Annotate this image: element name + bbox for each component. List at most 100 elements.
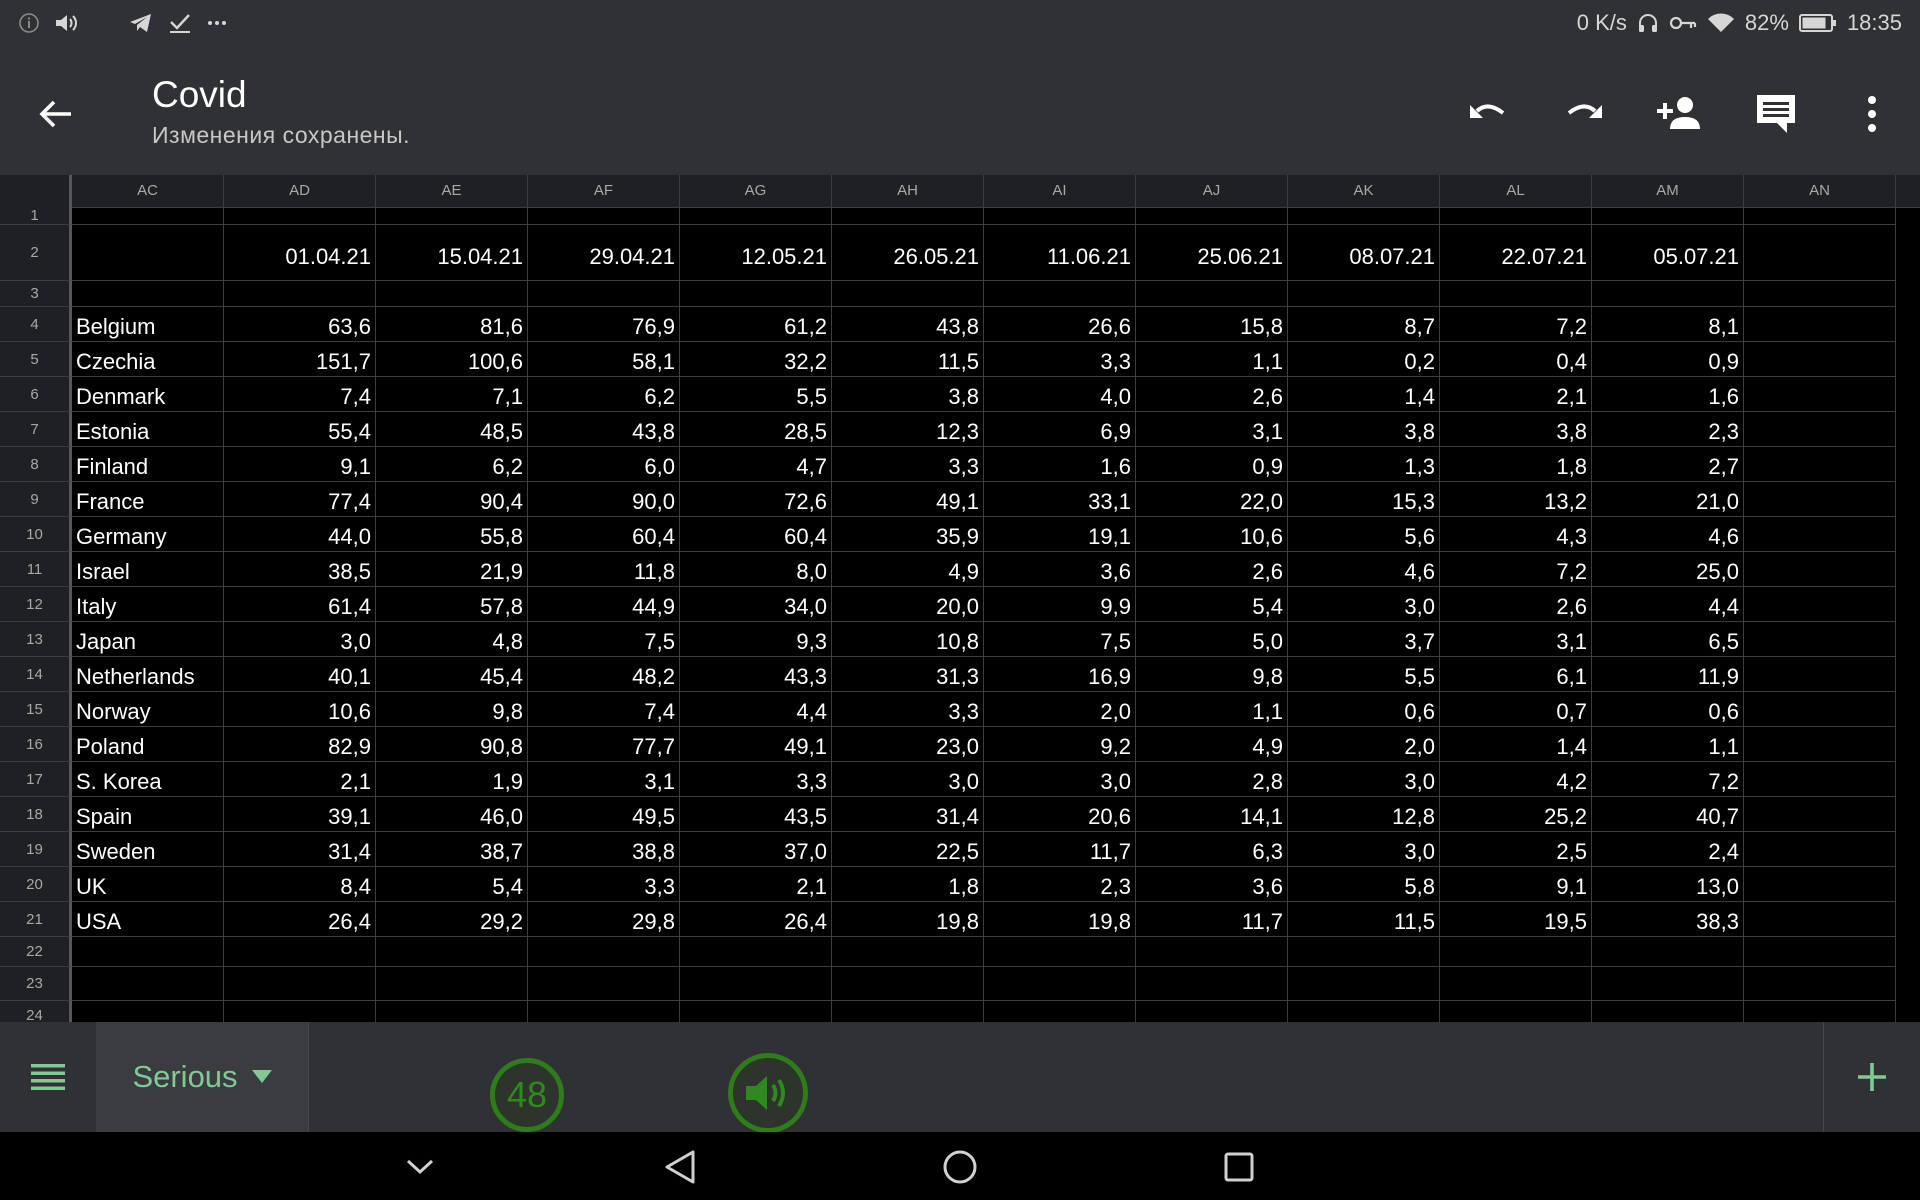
cell[interactable] [1744, 692, 1896, 727]
value-cell[interactable]: 2,1 [224, 762, 376, 797]
date-header-cell[interactable]: 29.04.21 [528, 225, 680, 281]
cell[interactable] [984, 1001, 1136, 1022]
document-title[interactable]: Covid [152, 74, 247, 116]
country-cell[interactable]: USA [72, 902, 224, 937]
value-cell[interactable]: 4,0 [984, 377, 1136, 412]
value-cell[interactable]: 90,0 [528, 482, 680, 517]
value-cell[interactable]: 4,7 [680, 447, 832, 482]
cell[interactable] [1744, 377, 1896, 412]
value-cell[interactable]: 6,2 [376, 447, 528, 482]
value-cell[interactable]: 2,6 [1136, 552, 1288, 587]
value-cell[interactable]: 31,4 [832, 797, 984, 832]
value-cell[interactable]: 5,0 [1136, 622, 1288, 657]
value-cell[interactable]: 0,7 [1440, 692, 1592, 727]
cell[interactable] [72, 281, 224, 307]
value-cell[interactable]: 2,6 [1136, 377, 1288, 412]
hide-keyboard-button[interactable] [395, 1142, 445, 1192]
cell[interactable] [1744, 832, 1896, 867]
value-cell[interactable]: 2,5 [1440, 832, 1592, 867]
cell[interactable] [1288, 1001, 1440, 1022]
value-cell[interactable]: 38,3 [1592, 902, 1744, 937]
value-cell[interactable]: 55,4 [224, 412, 376, 447]
cell[interactable] [72, 207, 224, 225]
cell[interactable] [1744, 902, 1896, 937]
value-cell[interactable]: 72,6 [680, 482, 832, 517]
row-header-4[interactable]: 4 [0, 307, 72, 342]
value-cell[interactable]: 22,0 [1136, 482, 1288, 517]
row-header-17[interactable]: 17 [0, 762, 72, 797]
value-cell[interactable]: 4,8 [376, 622, 528, 657]
column-header-ak[interactable]: AK [1288, 175, 1440, 207]
value-cell[interactable]: 6,5 [1592, 622, 1744, 657]
row-header-6[interactable]: 6 [0, 377, 72, 412]
counter-badge[interactable]: 48 [490, 1058, 564, 1132]
cell[interactable] [1136, 967, 1288, 1001]
value-cell[interactable]: 40,7 [1592, 797, 1744, 832]
cell[interactable] [1440, 281, 1592, 307]
back-button[interactable] [32, 90, 80, 138]
value-cell[interactable]: 9,1 [224, 447, 376, 482]
value-cell[interactable]: 6,9 [984, 412, 1136, 447]
nav-back-button[interactable] [655, 1142, 705, 1192]
country-cell[interactable]: France [72, 482, 224, 517]
row-header-19[interactable]: 19 [0, 832, 72, 867]
select-all-corner[interactable] [0, 175, 72, 207]
value-cell[interactable]: 9,1 [1440, 867, 1592, 902]
country-cell[interactable]: Japan [72, 622, 224, 657]
value-cell[interactable]: 0,9 [1136, 447, 1288, 482]
value-cell[interactable]: 43,3 [680, 657, 832, 692]
value-cell[interactable]: 35,9 [832, 517, 984, 552]
value-cell[interactable]: 15,8 [1136, 307, 1288, 342]
cell[interactable] [1592, 281, 1744, 307]
value-cell[interactable]: 34,0 [680, 587, 832, 622]
country-cell[interactable]: Spain [72, 797, 224, 832]
value-cell[interactable]: 5,8 [1288, 867, 1440, 902]
value-cell[interactable]: 37,0 [680, 832, 832, 867]
sheet-tab-active[interactable]: Serious [96, 1022, 309, 1132]
country-cell[interactable]: Belgium [72, 307, 224, 342]
cell[interactable] [1744, 657, 1896, 692]
value-cell[interactable]: 3,0 [1288, 762, 1440, 797]
country-cell[interactable]: Italy [72, 587, 224, 622]
column-header-ag[interactable]: AG [680, 175, 832, 207]
cell[interactable] [1744, 342, 1896, 377]
value-cell[interactable]: 1,6 [984, 447, 1136, 482]
value-cell[interactable]: 3,3 [528, 867, 680, 902]
value-cell[interactable]: 4,6 [1288, 552, 1440, 587]
value-cell[interactable]: 3,1 [1440, 622, 1592, 657]
value-cell[interactable]: 2,0 [984, 692, 1136, 727]
add-sheet-button[interactable] [1823, 1022, 1920, 1132]
date-header-cell[interactable]: 11.06.21 [984, 225, 1136, 281]
cell[interactable] [1744, 482, 1896, 517]
value-cell[interactable]: 19,8 [984, 902, 1136, 937]
country-cell[interactable]: Denmark [72, 377, 224, 412]
all-sheets-button[interactable] [0, 1022, 97, 1132]
row-header-22[interactable]: 22 [0, 937, 72, 967]
cell[interactable] [680, 937, 832, 967]
value-cell[interactable]: 8,1 [1592, 307, 1744, 342]
value-cell[interactable]: 3,0 [1288, 587, 1440, 622]
value-cell[interactable]: 20,6 [984, 797, 1136, 832]
value-cell[interactable]: 32,2 [680, 342, 832, 377]
cell[interactable] [1744, 412, 1896, 447]
value-cell[interactable]: 3,0 [832, 762, 984, 797]
value-cell[interactable]: 5,5 [1288, 657, 1440, 692]
value-cell[interactable]: 4,9 [1136, 727, 1288, 762]
cell[interactable] [1744, 727, 1896, 762]
value-cell[interactable]: 81,6 [376, 307, 528, 342]
value-cell[interactable]: 1,1 [1136, 342, 1288, 377]
value-cell[interactable]: 3,8 [832, 377, 984, 412]
date-header-cell[interactable]: 08.07.21 [1288, 225, 1440, 281]
value-cell[interactable]: 12,3 [832, 412, 984, 447]
cell[interactable] [224, 281, 376, 307]
country-cell[interactable]: S. Korea [72, 762, 224, 797]
value-cell[interactable]: 0,9 [1592, 342, 1744, 377]
cell[interactable] [1136, 937, 1288, 967]
value-cell[interactable]: 63,6 [224, 307, 376, 342]
value-cell[interactable]: 1,3 [1288, 447, 1440, 482]
value-cell[interactable]: 48,2 [528, 657, 680, 692]
value-cell[interactable]: 49,5 [528, 797, 680, 832]
cell[interactable] [72, 967, 224, 1001]
value-cell[interactable]: 4,4 [1592, 587, 1744, 622]
value-cell[interactable]: 3,0 [1288, 832, 1440, 867]
